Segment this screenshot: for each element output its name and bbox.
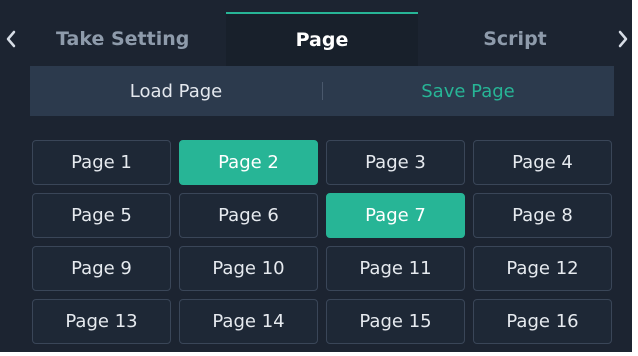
- page-button-11[interactable]: Page 11: [326, 246, 465, 291]
- load-page-button[interactable]: Load Page: [30, 66, 322, 116]
- page-button-6[interactable]: Page 6: [179, 193, 318, 238]
- page-button-4[interactable]: Page 4: [473, 140, 612, 185]
- page-button-5[interactable]: Page 5: [32, 193, 171, 238]
- page-button-7[interactable]: Page 7: [326, 193, 465, 238]
- page-button-10[interactable]: Page 10: [179, 246, 318, 291]
- page-button-2[interactable]: Page 2: [179, 140, 318, 185]
- save-page-button[interactable]: Save Page: [322, 66, 614, 116]
- page-panel: Take Setting Page Script Load Page Save …: [0, 0, 638, 356]
- page-button-9[interactable]: Page 9: [32, 246, 171, 291]
- page-button-16[interactable]: Page 16: [473, 299, 612, 344]
- page-button-8[interactable]: Page 8: [473, 193, 612, 238]
- page-button-13[interactable]: Page 13: [32, 299, 171, 344]
- tab-bar: Take Setting Page Script: [0, 12, 632, 66]
- tab-script[interactable]: Script: [418, 12, 612, 66]
- chevron-left-icon[interactable]: [0, 22, 22, 56]
- page-button-1[interactable]: Page 1: [32, 140, 171, 185]
- tab-page[interactable]: Page: [226, 12, 418, 66]
- page-button-3[interactable]: Page 3: [326, 140, 465, 185]
- page-button-12[interactable]: Page 12: [473, 246, 612, 291]
- page-grid: Page 1 Page 2 Page 3 Page 4 Page 5 Page …: [32, 140, 612, 344]
- page-action-bar: Load Page Save Page: [30, 66, 614, 116]
- tab-take-setting[interactable]: Take Setting: [22, 12, 226, 66]
- page-button-14[interactable]: Page 14: [179, 299, 318, 344]
- chevron-right-icon[interactable]: [612, 22, 634, 56]
- page-button-15[interactable]: Page 15: [326, 299, 465, 344]
